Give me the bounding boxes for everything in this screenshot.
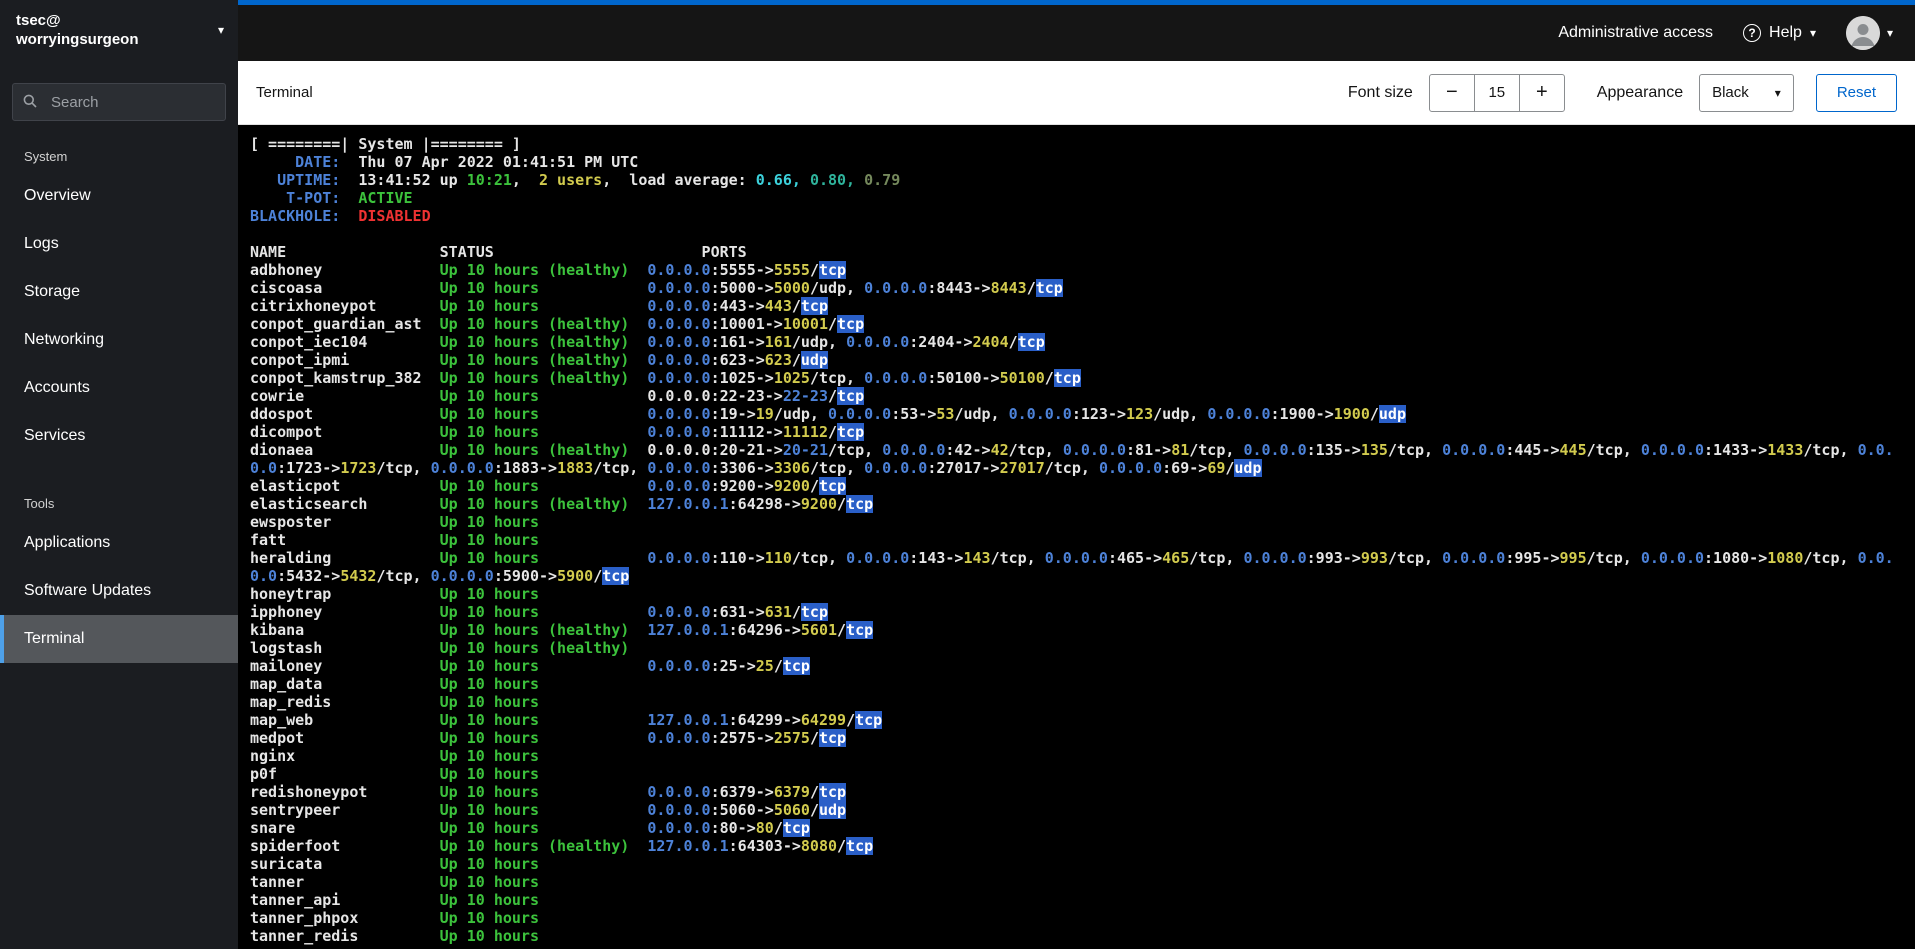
terminal-line: map_redis Up 10 hours — [250, 693, 539, 711]
chevron-down-icon — [1887, 24, 1893, 42]
terminal-line: DATE: Thu 07 Apr 2022 01:41:51 PM UTC — [250, 153, 639, 171]
host-name: worryingsurgeon — [16, 31, 139, 48]
terminal-line: map_data Up 10 hours — [250, 675, 539, 693]
sidebar-item-overview[interactable]: Overview — [0, 172, 238, 220]
help-label: Help — [1769, 24, 1802, 41]
page-title: Terminal — [256, 84, 313, 101]
sidebar-item-networking[interactable]: Networking — [0, 316, 238, 364]
terminal-line: UPTIME: 13:41:52 up 10:21, 2 users, load… — [250, 171, 901, 189]
chevron-down-icon — [218, 21, 224, 39]
user-menu[interactable] — [1845, 16, 1893, 50]
terminal-line: spiderfoot Up 10 hours (healthy) 127.0.0… — [250, 837, 874, 855]
terminal-line: cowrie Up 10 hours 0.0.0.0:22-23->22-23/… — [250, 387, 865, 405]
nav-section-title: System — [24, 149, 68, 164]
question-circle-icon — [1743, 24, 1762, 42]
terminal-line: redishoneypot Up 10 hours 0.0.0.0:6379->… — [250, 783, 847, 801]
terminal-line: BLACKHOLE: DISABLED — [250, 207, 431, 225]
terminal-line: heralding Up 10 hours 0.0.0.0:110->110/t… — [250, 549, 1894, 567]
terminal-line: [ ========| System |======== ] — [250, 135, 521, 153]
terminal-line: p0f Up 10 hours — [250, 765, 539, 783]
terminal-line: conpot_ipmi Up 10 hours (healthy) 0.0.0.… — [250, 351, 828, 369]
sidebar-item-accounts[interactable]: Accounts — [0, 364, 238, 412]
terminal-line: tanner_phpox Up 10 hours — [250, 909, 539, 927]
terminal-line: map_web Up 10 hours 127.0.0.1:64299->642… — [250, 711, 883, 729]
terminal-line: adbhoney Up 10 hours (healthy) 0.0.0.0:5… — [250, 261, 847, 279]
terminal-line: conpot_kamstrup_382 Up 10 hours (healthy… — [250, 369, 1081, 387]
terminal-line: T-POT: ACTIVE — [250, 189, 413, 207]
sidebar-item-storage[interactable]: Storage — [0, 268, 238, 316]
sidebar-item-terminal[interactable]: Terminal — [0, 615, 238, 663]
terminal-line: ewsposter Up 10 hours — [250, 513, 539, 531]
nav-section-title: Tools — [24, 496, 55, 511]
font-size-label: Font size — [1347, 83, 1413, 101]
terminal-line: kibana Up 10 hours (healthy) 127.0.0.1:6… — [250, 621, 874, 639]
terminal-line: NAME STATUS PORTS — [250, 243, 747, 261]
font-size-increase-button[interactable]: + — [1518, 73, 1565, 112]
terminal-line: conpot_guardian_ast Up 10 hours (healthy… — [250, 315, 865, 333]
terminal-screen[interactable]: [ ========| System |======== ] DATE: Thu… — [238, 125, 1915, 949]
sidebar-search — [0, 61, 238, 129]
terminal-line: dionaea Up 10 hours (healthy) 0.0.0.0:20… — [250, 441, 1894, 459]
terminal-line: nginx Up 10 hours — [250, 747, 539, 765]
terminal-line: logstash Up 10 hours (healthy) — [250, 639, 630, 657]
sidebar-item-applications[interactable]: Applications — [0, 519, 238, 567]
terminal-line: elasticsearch Up 10 hours (healthy) 127.… — [250, 495, 874, 513]
search-icon — [22, 93, 38, 114]
app-root: tsec@ worryingsurgeon System OverviewLogs… — [0, 0, 1915, 949]
appearance-label: Appearance — [1596, 83, 1684, 101]
terminal-line: fatt Up 10 hours — [250, 531, 539, 549]
terminal-line: snare Up 10 hours 0.0.0.0:80->80/tcp — [250, 819, 810, 837]
sidebar-nav: System Overview Logs Storage Networking Accou… — [0, 133, 238, 949]
terminal-line: medpot Up 10 hours 0.0.0.0:2575->2575/tc… — [250, 729, 847, 747]
terminal-line: mailoney Up 10 hours 0.0.0.0:25->25/tcp — [250, 657, 810, 675]
font-size-value[interactable]: 15 — [1474, 73, 1519, 112]
terminal-line: dicompot Up 10 hours 0.0.0.0:11112->1111… — [250, 423, 865, 441]
terminal-line: citrixhoneypot Up 10 hours 0.0.0.0:443->… — [250, 297, 828, 315]
masthead: Administrative access Help — [238, 5, 1915, 61]
host-user: tsec@ — [16, 12, 61, 29]
font-size-stepper: − 15 + — [1428, 73, 1565, 112]
terminal-line: tanner Up 10 hours — [250, 873, 539, 891]
terminal-line: elasticpot Up 10 hours 0.0.0.0:9200->920… — [250, 477, 847, 495]
terminal-line: suricata Up 10 hours — [250, 855, 539, 873]
sidebar-item-services[interactable]: Services — [0, 412, 238, 460]
appearance-select[interactable]: Black — [1699, 73, 1794, 112]
reset-button[interactable]: Reset — [1815, 73, 1897, 112]
terminal-line: ipphoney Up 10 hours 0.0.0.0:631->631/tc… — [250, 603, 828, 621]
main-column: Administrative access Help Terminal — [238, 0, 1915, 949]
sidebar: tsec@ worryingsurgeon System OverviewLogs… — [0, 0, 238, 949]
terminal-toolbar: Terminal Font size − 15 + Appearance Bla… — [238, 61, 1915, 125]
terminal-line: conpot_iec104 Up 10 hours (healthy) 0.0.… — [250, 333, 1045, 351]
terminal-line: 0.0:5432->5432/tcp, 0.0.0.0:5900->5900/t… — [250, 567, 630, 585]
help-menu[interactable]: Help — [1743, 24, 1816, 42]
sidebar-item-software-updates[interactable]: Software Updates — [0, 567, 238, 615]
chevron-down-icon — [1810, 24, 1816, 42]
terminal-line: sentrypeer Up 10 hours 0.0.0.0:5060->506… — [250, 801, 847, 819]
host-switcher[interactable]: tsec@ worryingsurgeon — [0, 0, 238, 61]
user-avatar-icon — [1845, 16, 1880, 50]
font-size-decrease-button[interactable]: − — [1428, 73, 1475, 112]
terminal-line: tanner_api Up 10 hours — [250, 891, 539, 909]
administrative-access-button[interactable]: Administrative access — [1558, 24, 1713, 42]
terminal-line: ddospot Up 10 hours 0.0.0.0:19->19/udp, … — [250, 405, 1406, 423]
sidebar-item-logs[interactable]: Logs — [0, 220, 238, 268]
terminal-line: tanner_redis Up 10 hours — [250, 927, 539, 945]
terminal-line: 0.0:1723->1723/tcp, 0.0.0.0:1883->1883/t… — [250, 459, 1262, 477]
search-input[interactable] — [12, 83, 226, 121]
toolbar-controls: Font size − 15 + Appearance Black Reset — [1347, 73, 1897, 112]
terminal-line: honeytrap Up 10 hours — [250, 585, 539, 603]
appearance-selected-value: Black — [1712, 84, 1749, 101]
terminal-line: ciscoasa Up 10 hours 0.0.0.0:5000->5000/… — [250, 279, 1063, 297]
